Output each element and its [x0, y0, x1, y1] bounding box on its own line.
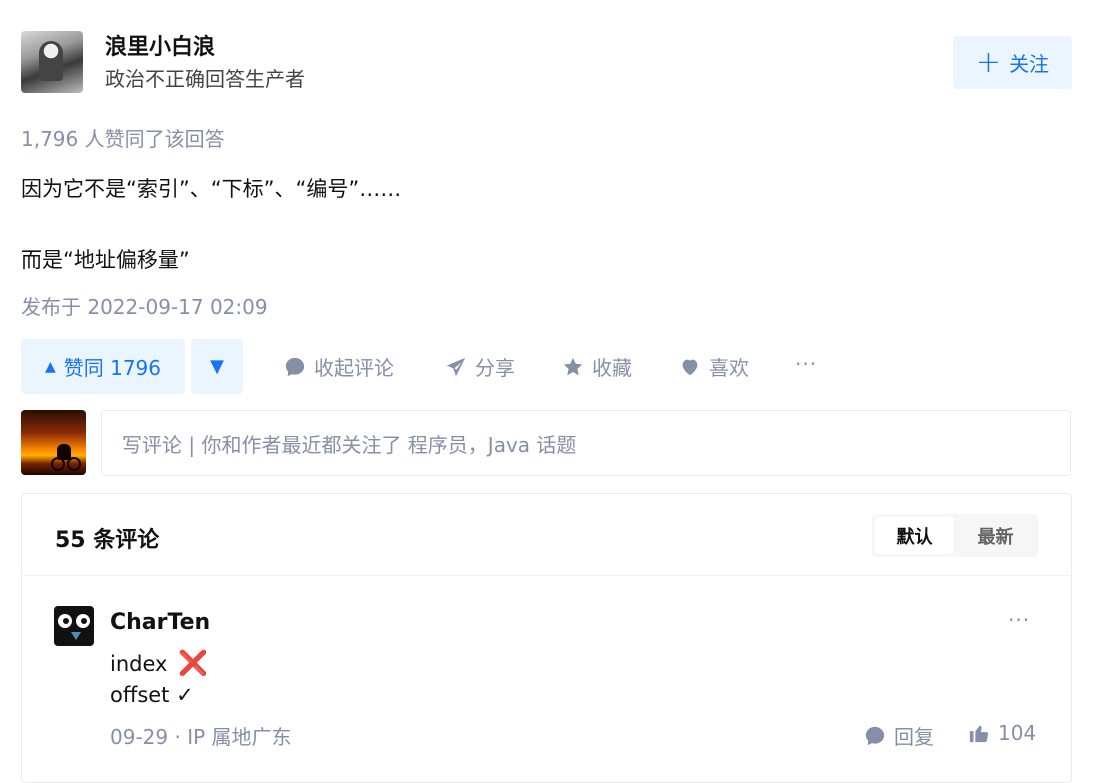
comment-text-line: index ❌: [110, 649, 208, 677]
publish-time[interactable]: 发布于 2022-09-17 02:09: [21, 291, 268, 320]
author-name[interactable]: 浪里小白浪: [105, 29, 215, 61]
thumbs-up-icon: [969, 725, 989, 743]
comment-bubble-icon: [285, 357, 305, 376]
heart-icon: [682, 359, 698, 375]
follow-label: 关注: [1009, 52, 1050, 76]
sort-default-button[interactable]: 默认: [875, 517, 954, 554]
favorite-button[interactable]: 收藏: [562, 352, 632, 381]
collapse-comments-button[interactable]: 收起评论: [284, 352, 394, 381]
current-user-avatar: [21, 410, 86, 475]
triangle-up-icon: ▲: [44, 358, 56, 375]
answer-text-line: 而是“地址偏移量”: [21, 248, 190, 272]
comment-like-button[interactable]: 104: [968, 721, 1036, 745]
comment-text-line: offset ✓: [110, 683, 194, 707]
comment-count: 55 条评论: [55, 528, 160, 553]
follow-button[interactable]: + 关注: [953, 36, 1072, 89]
answer-text-line: 因为它不是“索引”、“下标”、“编号”……: [21, 177, 402, 201]
comment-input[interactable]: 写评论 | 你和作者最近都关注了 程序员，Java 话题: [101, 410, 1071, 476]
divider: [22, 575, 1071, 576]
paper-plane-icon: [446, 357, 466, 376]
more-options-button[interactable]: ···: [795, 352, 817, 376]
star-icon: [563, 357, 583, 375]
comment-author-name[interactable]: CharTen: [110, 610, 210, 635]
author-bio: 政治不正确回答生产者: [105, 67, 305, 91]
like-label: 喜欢: [709, 356, 749, 380]
comment-more-button[interactable]: ···: [1008, 608, 1030, 632]
plus-icon: +: [975, 44, 1002, 80]
comment-bubble-icon: [865, 726, 885, 745]
comment-like-count: 104: [998, 721, 1037, 745]
comment-text: index: [110, 652, 168, 676]
author-avatar[interactable]: [21, 31, 83, 93]
downvote-button[interactable]: ▼: [191, 339, 243, 394]
upvote-label: 赞同 1796: [63, 356, 162, 380]
cross-mark-icon: ❌: [178, 649, 209, 677]
favorite-label: 收藏: [592, 356, 632, 380]
share-label: 分享: [475, 356, 515, 380]
triangle-down-icon: ▼: [210, 356, 224, 377]
sort-latest-button[interactable]: 最新: [956, 517, 1035, 554]
comment-meta: 09-29 · IP 属地广东: [110, 725, 292, 749]
comment-sort-toggle: 默认 最新: [872, 514, 1038, 557]
collapse-comments-label: 收起评论: [314, 356, 394, 380]
reply-label: 回复: [894, 725, 934, 749]
share-button[interactable]: 分享: [445, 352, 515, 381]
comment-input-placeholder: 写评论 | 你和作者最近都关注了 程序员，Java 话题: [122, 432, 577, 457]
like-button[interactable]: 喜欢: [679, 352, 749, 381]
comment-avatar[interactable]: [54, 606, 94, 646]
voters-count[interactable]: 1,796 人赞同了该回答: [21, 123, 225, 152]
reply-button[interactable]: 回复: [864, 721, 934, 750]
upvote-button[interactable]: ▲ 赞同 1796: [21, 339, 185, 394]
